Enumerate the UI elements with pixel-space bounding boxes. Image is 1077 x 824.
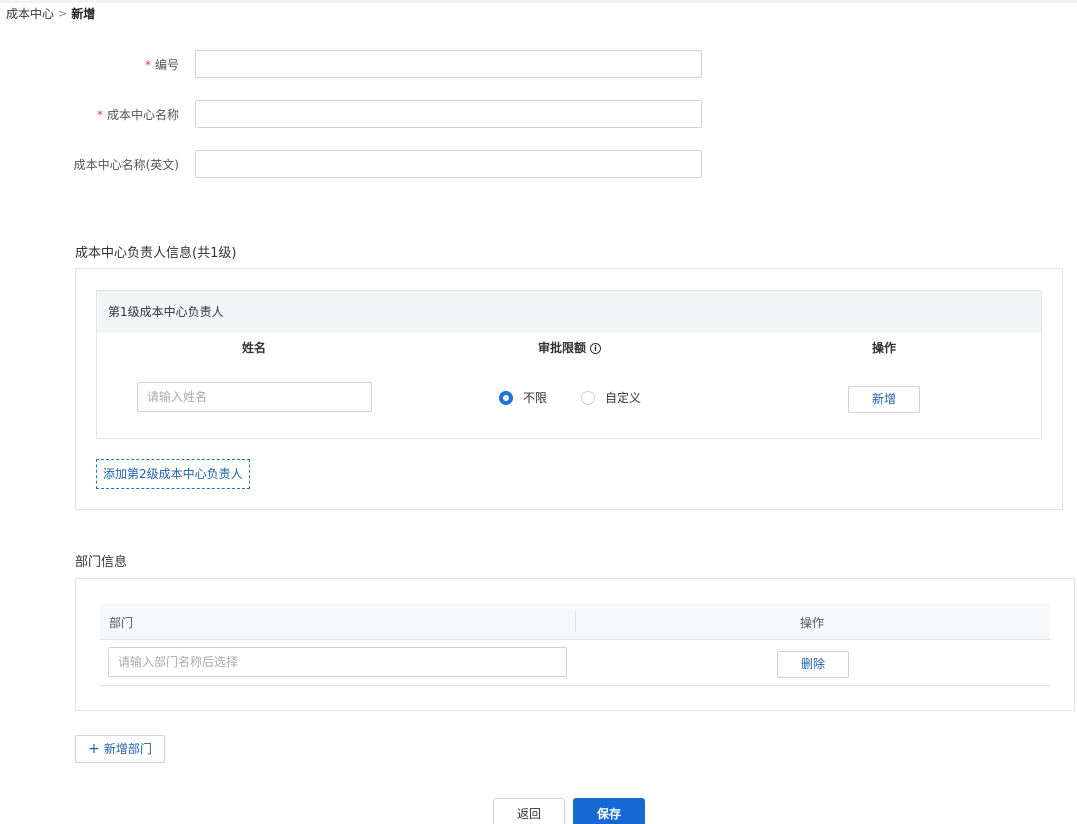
col-header-action: 操作: [872, 341, 897, 355]
approvers-panel: 第1级成本中心负责人 姓名 审批限额i 操作 不限 自定义 新增 添加第2级成本…: [75, 268, 1063, 510]
approver-name-input[interactable]: [137, 382, 372, 412]
breadcrumb-current: 新增: [71, 7, 96, 21]
code-label: * 编号: [144, 58, 179, 72]
departments-section-title: 部门信息: [75, 555, 128, 570]
col-header-dept: 部门: [109, 616, 134, 630]
radio-unchecked-icon: [581, 390, 595, 405]
radio-unlimited[interactable]: 不限: [499, 389, 547, 406]
delete-dept-button[interactable]: 删除: [777, 651, 849, 678]
top-divider: [0, 0, 1077, 3]
breadcrumb: 成本中心 > 新增: [6, 5, 95, 22]
departments-table-header: 部门 操作: [100, 603, 1050, 640]
code-input[interactable]: [195, 50, 702, 78]
dept-input[interactable]: [108, 647, 567, 677]
breadcrumb-parent[interactable]: 成本中心: [6, 5, 54, 22]
col-header-limit: 审批限额 i: [538, 339, 602, 356]
radio-checked-icon: [499, 390, 513, 405]
required-mark: *: [96, 108, 103, 122]
name-en-label: 成本中心名称(英文): [73, 158, 179, 172]
back-button[interactable]: 返回: [493, 798, 565, 824]
name-row: * 成本中心名称: [0, 100, 1077, 128]
name-en-input[interactable]: [195, 150, 702, 178]
name-input[interactable]: [195, 100, 702, 128]
info-icon[interactable]: i: [590, 343, 602, 354]
required-mark: *: [144, 58, 151, 72]
approver-level-title: 第1级成本中心负责人: [97, 291, 1041, 333]
name-label: * 成本中心名称: [96, 108, 179, 122]
departments-panel: 部门 操作 删除: [75, 578, 1075, 711]
col-header-name: 姓名: [242, 341, 267, 355]
plus-icon: +: [88, 741, 100, 757]
add-approver-button[interactable]: 新增: [848, 386, 920, 413]
add-department-button[interactable]: + 新增部门: [75, 735, 165, 763]
column-divider: [575, 611, 576, 632]
code-row: * 编号: [0, 50, 1077, 78]
table-row-divider: [100, 685, 1050, 686]
approvers-section-title: 成本中心负责人信息(共1级): [75, 246, 237, 261]
approver-level-card: 第1级成本中心负责人 姓名 审批限额i 操作 不限 自定义 新增: [96, 290, 1042, 439]
save-button[interactable]: 保存: [573, 798, 645, 824]
name-en-row: 成本中心名称(英文): [0, 150, 1077, 178]
radio-custom[interactable]: 自定义: [581, 389, 641, 406]
chevron-right-icon: >: [58, 7, 68, 20]
col-header-dept-action: 操作: [800, 616, 825, 630]
add-level-button[interactable]: 添加第2级成本中心负责人: [96, 459, 250, 489]
